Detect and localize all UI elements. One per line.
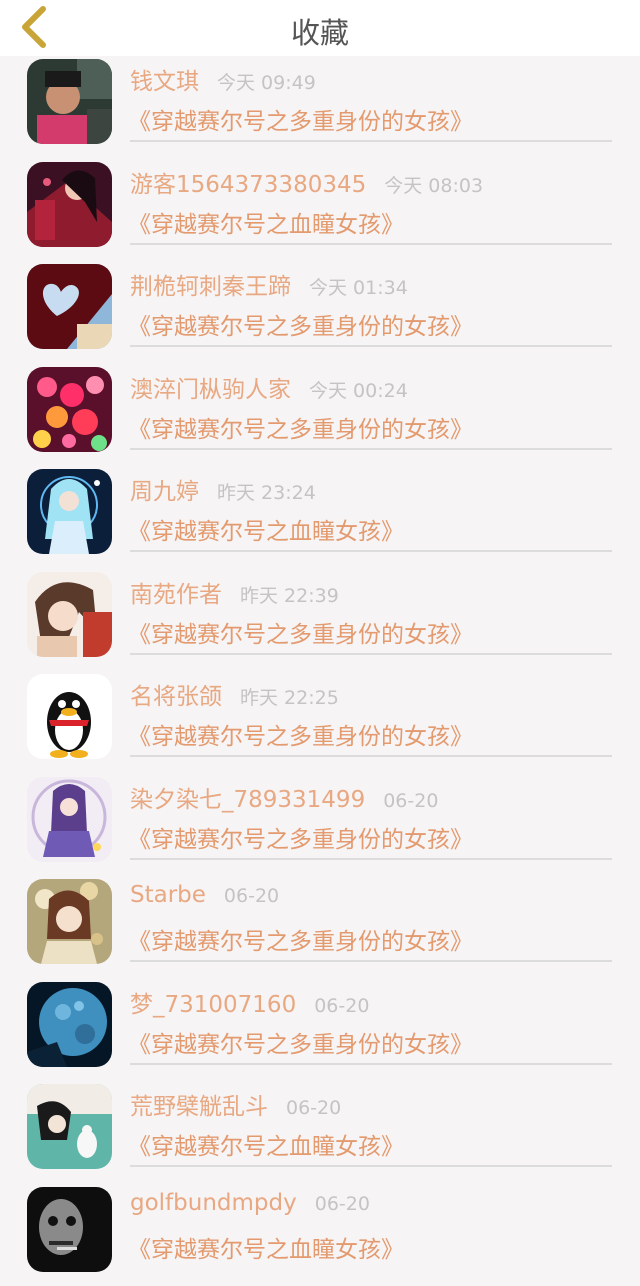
timestamp: 今天 08:03 — [384, 171, 483, 198]
user-name[interactable]: 名将张颌 — [130, 677, 222, 711]
timestamp: 昨天 22:39 — [240, 581, 339, 608]
timestamp: 今天 09:49 — [217, 68, 316, 95]
divider — [130, 550, 612, 552]
divider — [130, 858, 612, 860]
avatar[interactable] — [27, 674, 112, 759]
book-title[interactable]: 《穿越赛尔号之血瞳女孩》 — [128, 512, 404, 546]
user-name[interactable]: 荒野檗觥乱斗 — [130, 1087, 268, 1121]
item-meta: 梦_731007160 06-20 — [130, 985, 369, 1019]
divider — [130, 1165, 612, 1167]
divider — [130, 448, 612, 450]
book-title[interactable]: 《穿越赛尔号之多重身份的女孩》 — [128, 102, 473, 136]
avatar[interactable] — [27, 367, 112, 452]
list-item[interactable]: 荒野檗觥乱斗 06-20 《穿越赛尔号之血瞳女孩》 — [0, 1081, 640, 1184]
book-title[interactable]: 《穿越赛尔号之多重身份的女孩》 — [128, 1025, 473, 1059]
user-name[interactable]: Starbe — [130, 882, 206, 908]
timestamp: 今天 00:24 — [309, 376, 408, 403]
list-item[interactable]: 周九婷 昨天 23:24 《穿越赛尔号之血瞳女孩》 — [0, 466, 640, 569]
user-name[interactable]: 荆桅轲刺秦王蹄 — [130, 267, 291, 301]
back-button[interactable] — [14, 4, 54, 50]
timestamp: 06-20 — [383, 790, 438, 812]
item-meta: 染夕染七_789331499 06-20 — [130, 780, 438, 814]
list-item[interactable]: 钱文琪 今天 09:49 《穿越赛尔号之多重身份的女孩》 — [0, 56, 640, 159]
user-name[interactable]: golfbundmpdy — [130, 1190, 297, 1216]
favorites-list: 钱文琪 今天 09:49 《穿越赛尔号之多重身份的女孩》 游客156437338… — [0, 56, 640, 1286]
user-name[interactable]: 染夕染七_789331499 — [130, 780, 365, 814]
item-meta: 名将张颌 昨天 22:25 — [130, 677, 339, 711]
avatar[interactable] — [27, 469, 112, 554]
book-title[interactable]: 《穿越赛尔号之血瞳女孩》 — [128, 205, 404, 239]
divider — [130, 653, 612, 655]
user-name[interactable]: 南苑作者 — [130, 575, 222, 609]
item-meta: 澳淬门枞驹人家 今天 00:24 — [130, 370, 408, 404]
avatar[interactable] — [27, 879, 112, 964]
book-title[interactable]: 《穿越赛尔号之血瞳女孩》 — [128, 1230, 404, 1264]
item-meta: 荒野檗觥乱斗 06-20 — [130, 1087, 341, 1121]
timestamp: 今天 01:34 — [309, 273, 408, 300]
divider — [130, 755, 612, 757]
divider — [130, 1063, 612, 1065]
user-name[interactable]: 周九婷 — [130, 472, 199, 506]
book-title[interactable]: 《穿越赛尔号之血瞳女孩》 — [128, 1127, 404, 1161]
list-item[interactable]: 梦_731007160 06-20 《穿越赛尔号之多重身份的女孩》 — [0, 979, 640, 1082]
timestamp: 06-20 — [315, 1193, 370, 1215]
avatar[interactable] — [27, 1084, 112, 1169]
item-meta: 钱文琪 今天 09:49 — [130, 62, 316, 96]
timestamp: 06-20 — [314, 995, 369, 1017]
avatar[interactable] — [27, 162, 112, 247]
avatar[interactable] — [27, 1187, 112, 1272]
book-title[interactable]: 《穿越赛尔号之多重身份的女孩》 — [128, 615, 473, 649]
item-meta: 周九婷 昨天 23:24 — [130, 472, 316, 506]
book-title[interactable]: 《穿越赛尔号之多重身份的女孩》 — [128, 717, 473, 751]
list-item[interactable]: golfbundmpdy 06-20 《穿越赛尔号之血瞳女孩》 — [0, 1184, 640, 1286]
list-item[interactable]: 荆桅轲刺秦王蹄 今天 01:34 《穿越赛尔号之多重身份的女孩》 — [0, 261, 640, 364]
avatar[interactable] — [27, 572, 112, 657]
timestamp: 昨天 23:24 — [217, 478, 316, 505]
avatar[interactable] — [27, 59, 112, 144]
book-title[interactable]: 《穿越赛尔号之多重身份的女孩》 — [128, 820, 473, 854]
list-item[interactable]: 染夕染七_789331499 06-20 《穿越赛尔号之多重身份的女孩》 — [0, 774, 640, 877]
page-title: 收藏 — [0, 0, 640, 64]
avatar[interactable] — [27, 982, 112, 1067]
divider — [130, 345, 612, 347]
timestamp: 06-20 — [286, 1097, 341, 1119]
user-name[interactable]: 钱文琪 — [130, 62, 199, 96]
item-meta: 荆桅轲刺秦王蹄 今天 01:34 — [130, 267, 408, 301]
user-name[interactable]: 澳淬门枞驹人家 — [130, 370, 291, 404]
item-meta: golfbundmpdy 06-20 — [130, 1190, 370, 1224]
avatar[interactable] — [27, 264, 112, 349]
timestamp: 昨天 22:25 — [240, 683, 339, 710]
book-title[interactable]: 《穿越赛尔号之多重身份的女孩》 — [128, 410, 473, 444]
divider — [130, 140, 612, 142]
book-title[interactable]: 《穿越赛尔号之多重身份的女孩》 — [128, 307, 473, 341]
user-name[interactable]: 游客1564373380345 — [130, 165, 366, 199]
list-item[interactable]: 澳淬门枞驹人家 今天 00:24 《穿越赛尔号之多重身份的女孩》 — [0, 364, 640, 467]
user-name[interactable]: 梦_731007160 — [130, 985, 296, 1019]
divider — [130, 960, 612, 962]
item-meta: 南苑作者 昨天 22:39 — [130, 575, 339, 609]
divider — [130, 243, 612, 245]
chevron-left-icon — [19, 5, 49, 49]
item-meta: Starbe 06-20 — [130, 882, 279, 916]
item-meta: 游客1564373380345 今天 08:03 — [130, 165, 483, 199]
avatar[interactable] — [27, 777, 112, 862]
book-title[interactable]: 《穿越赛尔号之多重身份的女孩》 — [128, 922, 473, 956]
list-item[interactable]: 南苑作者 昨天 22:39 《穿越赛尔号之多重身份的女孩》 — [0, 569, 640, 672]
list-item[interactable]: 名将张颌 昨天 22:25 《穿越赛尔号之多重身份的女孩》 — [0, 671, 640, 774]
list-item[interactable]: 游客1564373380345 今天 08:03 《穿越赛尔号之血瞳女孩》 — [0, 159, 640, 262]
timestamp: 06-20 — [224, 885, 279, 907]
list-item[interactable]: Starbe 06-20 《穿越赛尔号之多重身份的女孩》 — [0, 876, 640, 979]
